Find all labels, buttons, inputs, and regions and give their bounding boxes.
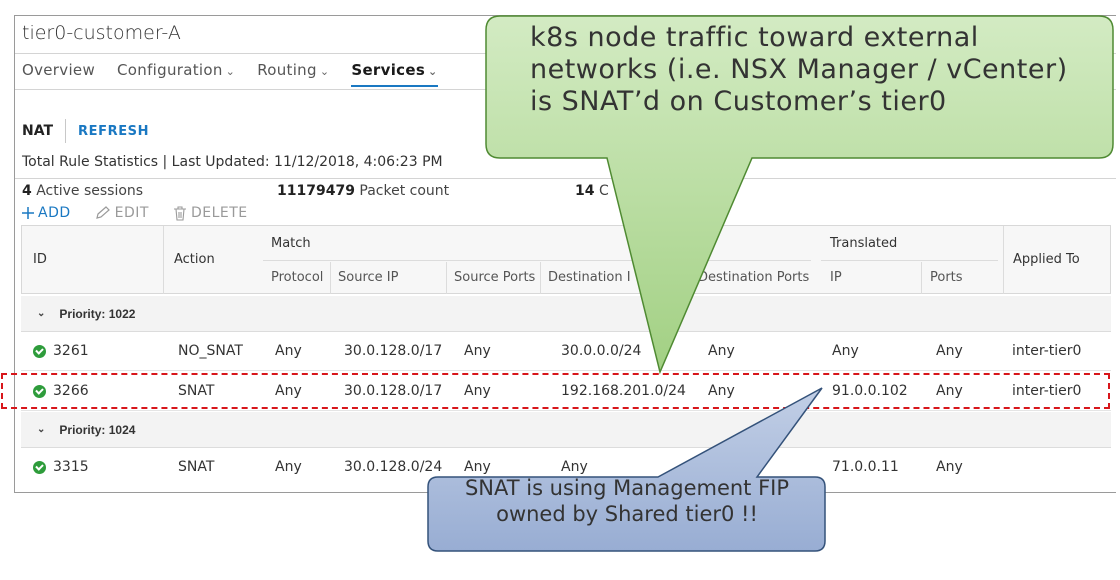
blue-callout-text: SNAT is using Management FIP owned by Sh… (464, 476, 790, 526)
green-callout-text: k8s node traffic toward external network… (530, 22, 1068, 117)
